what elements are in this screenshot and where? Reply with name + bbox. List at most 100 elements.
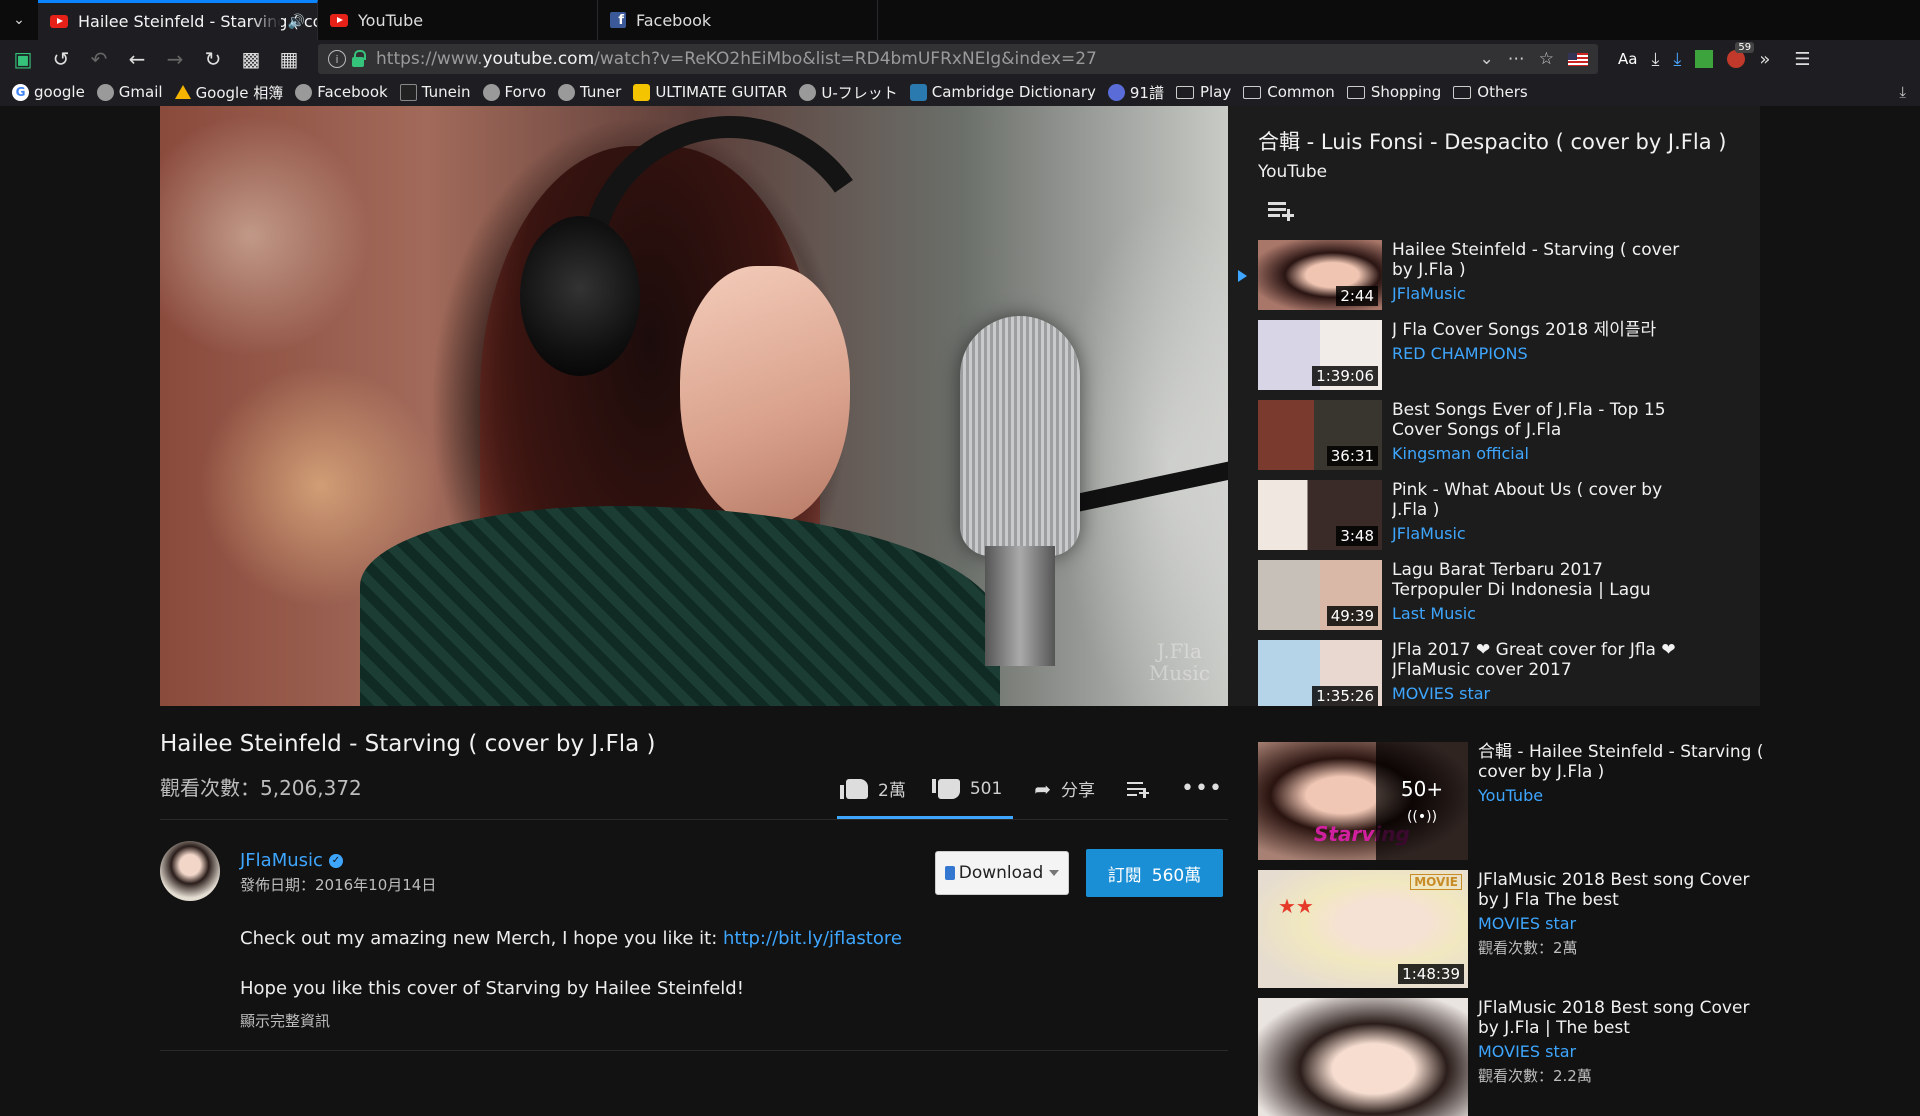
us-flag-icon[interactable]: [1568, 52, 1588, 66]
playlist-owner[interactable]: YouTube: [1258, 162, 1327, 182]
channel-name-link[interactable]: JFlaMusic ✓: [240, 850, 343, 871]
video-title[interactable]: JFlaMusic 2018 Best song Cover by J Fla …: [1478, 870, 1774, 910]
channel-name[interactable]: YouTube: [1478, 786, 1774, 805]
thumbnail[interactable]: 3:48: [1258, 480, 1382, 550]
channel-name[interactable]: Last Music: [1392, 604, 1692, 623]
qr-code-icon[interactable]: ▦: [274, 44, 304, 74]
share-button[interactable]: ➦ 分享: [1034, 776, 1095, 802]
back-arrow-icon[interactable]: ←: [122, 44, 152, 74]
more-dots-icon: •••: [1181, 776, 1223, 801]
thumbnail[interactable]: ★★ MOVIE 1:48:39: [1258, 870, 1468, 988]
bookmark-star-icon[interactable]: ☆: [1539, 49, 1554, 69]
undo-close-icon[interactable]: ↶: [84, 44, 114, 74]
reader-view-button[interactable]: Aa: [1618, 50, 1637, 68]
thumbnail[interactable]: 1:35:26: [1258, 640, 1382, 706]
playlist-title[interactable]: 合輯 - Luis Fonsi - Despacito ( cover by J…: [1258, 126, 1726, 156]
video-title[interactable]: Hailee Steinfeld - Starving ( cover by J…: [1392, 240, 1692, 280]
bookmark-google-photos[interactable]: Google 相簿: [174, 82, 283, 103]
bookmark-facebook[interactable]: Facebook: [295, 83, 388, 101]
url-dropdown-chevron-icon[interactable]: ⌄: [1480, 49, 1494, 69]
channel-name[interactable]: JFlaMusic: [1392, 524, 1692, 543]
download-manager-icon[interactable]: ⤓: [1673, 49, 1681, 70]
show-more-link[interactable]: 顯示完整資訊: [240, 1010, 330, 1031]
bookmark-folder-play[interactable]: Play: [1175, 83, 1231, 101]
video-title[interactable]: JFlaMusic 2018 Best song Cover by J.Fla …: [1478, 998, 1774, 1038]
recommended-video[interactable]: ★★ MOVIE 1:48:39 JFlaMusic 2018 Best son…: [1258, 870, 1778, 988]
video-title[interactable]: J Fla Cover Songs 2018 제이플라: [1392, 320, 1692, 340]
bookmark-ultimate-guitar[interactable]: ULTIMATE GUITAR: [633, 83, 787, 101]
url-host: youtube.com: [482, 49, 595, 69]
notification-count: 59: [1735, 42, 1755, 53]
extension-green-icon[interactable]: [1695, 50, 1714, 68]
bookmark-91pu[interactable]: 91譜: [1107, 82, 1164, 103]
bookmark-folder-shopping[interactable]: Shopping: [1346, 83, 1441, 101]
channel-name[interactable]: RED CHAMPIONS: [1392, 344, 1692, 363]
like-button[interactable]: 2萬: [840, 776, 906, 801]
bookmark-forvo[interactable]: Forvo: [482, 83, 546, 101]
mix-thumbnail[interactable]: Starving 50+ ((•)): [1258, 742, 1468, 860]
video-title[interactable]: 合輯 - Hailee Steinfeld - Starving ( cover…: [1478, 742, 1774, 782]
bookmark-google[interactable]: Ggoogle: [12, 83, 85, 101]
site-info-icon[interactable]: i: [328, 50, 346, 68]
thumbnail[interactable]: [1258, 998, 1468, 1116]
speaker-icon[interactable]: 🔊: [288, 14, 305, 30]
channel-name[interactable]: MOVIES star: [1392, 684, 1692, 703]
view-count: 觀看次數：2萬: [1478, 939, 1578, 957]
more-actions-button[interactable]: •••: [1181, 776, 1223, 801]
download-button[interactable]: Download: [935, 851, 1069, 895]
channel-avatar[interactable]: [160, 841, 220, 901]
bookmark-ufret[interactable]: U-フレット: [799, 82, 898, 103]
playlist-item[interactable]: 2:44 Hailee Steinfeld - Starving ( cover…: [1228, 240, 1760, 320]
hamburger-menu-icon[interactable]: ☰: [1794, 49, 1810, 70]
bookmark-folder-others[interactable]: Others: [1453, 83, 1528, 101]
playlist-item[interactable]: 1:39:06 J Fla Cover Songs 2018 제이플라 RED C…: [1228, 320, 1760, 400]
subscribe-button[interactable]: 訂閱 560萬: [1086, 849, 1223, 897]
overflow-chevrons-icon[interactable]: »: [1759, 49, 1770, 70]
tab-hailee-starving[interactable]: Hailee Steinfeld - Starving ( co 🔊: [38, 0, 318, 40]
tab-list-chevron-icon[interactable]: ⌄: [0, 0, 38, 40]
playlist-item[interactable]: 36:31 Best Songs Ever of J.Fla - Top 15 …: [1228, 400, 1760, 480]
description-line: Hope you like this cover of Starving by …: [240, 978, 744, 999]
bookmark-cambridge[interactable]: Cambridge Dictionary: [909, 83, 1096, 101]
forward-arrow-icon[interactable]: →: [160, 44, 190, 74]
save-playlist-icon[interactable]: [1268, 200, 1294, 222]
screenshot-icon[interactable]: ▩: [236, 44, 266, 74]
page-actions-more-icon[interactable]: ⋯: [1508, 49, 1525, 69]
download-arrow-icon[interactable]: ⤓: [1651, 49, 1659, 70]
video-title[interactable]: Best Songs Ever of J.Fla - Top 15 Cover …: [1392, 400, 1692, 440]
channel-name[interactable]: Kingsman official: [1392, 444, 1692, 463]
save-page-icon[interactable]: ▣: [8, 44, 38, 74]
divider: [160, 819, 1228, 820]
recommended-video[interactable]: Starving 50+ ((•)) 合輯 - Hailee Steinfeld …: [1258, 742, 1778, 860]
library-icon[interactable]: ⤓: [1899, 83, 1906, 101]
bookmark-folder-common[interactable]: Common: [1243, 83, 1335, 101]
thumbnail[interactable]: 36:31: [1258, 400, 1382, 470]
video-title[interactable]: Pink - What About Us ( cover by J.Fla ): [1392, 480, 1692, 520]
thumbnail[interactable]: 49:39: [1258, 560, 1382, 630]
channel-name[interactable]: MOVIES star: [1478, 914, 1774, 933]
video-title[interactable]: Lagu Barat Terbaru 2017 Terpopuler Di In…: [1392, 560, 1692, 600]
history-icon[interactable]: ↺: [46, 44, 76, 74]
cambridge-icon: [909, 83, 927, 101]
dislike-button[interactable]: 501: [937, 778, 1002, 799]
add-to-playlist-button[interactable]: [1127, 780, 1150, 798]
playlist-item[interactable]: 49:39 Lagu Barat Terbaru 2017 Terpopuler…: [1228, 560, 1760, 640]
bookmark-tunein[interactable]: Tunein: [399, 83, 471, 101]
playlist-item[interactable]: 3:48 Pink - What About Us ( cover by J.F…: [1228, 480, 1760, 560]
recommended-video[interactable]: JFlaMusic 2018 Best song Cover by J.Fla …: [1258, 998, 1778, 1116]
channel-name[interactable]: JFlaMusic: [1392, 284, 1692, 303]
tab-youtube[interactable]: YouTube: [318, 0, 598, 40]
bookmark-gmail[interactable]: Gmail: [96, 83, 163, 101]
video-player[interactable]: J.Fla Music: [160, 106, 1228, 706]
channel-name[interactable]: MOVIES star: [1478, 1042, 1774, 1061]
merch-link[interactable]: http://bit.ly/jflastore: [723, 928, 902, 949]
url-bar[interactable]: i https://www. youtube.com/watch?v=ReKO2h…: [318, 44, 1598, 74]
bookmark-tuner[interactable]: Tuner: [558, 83, 621, 101]
notification-extension-icon[interactable]: 59: [1727, 42, 1755, 68]
thumbnail[interactable]: 1:39:06: [1258, 320, 1382, 390]
reload-icon[interactable]: ↻: [198, 44, 228, 74]
video-title[interactable]: JFla 2017 ❤ Great cover for Jfla ❤ JFlaM…: [1392, 640, 1692, 680]
tab-facebook[interactable]: f Facebook: [598, 0, 878, 40]
playlist-item[interactable]: 1:35:26 JFla 2017 ❤ Great cover for Jfla…: [1228, 640, 1760, 706]
thumbnail[interactable]: 2:44: [1258, 240, 1382, 310]
